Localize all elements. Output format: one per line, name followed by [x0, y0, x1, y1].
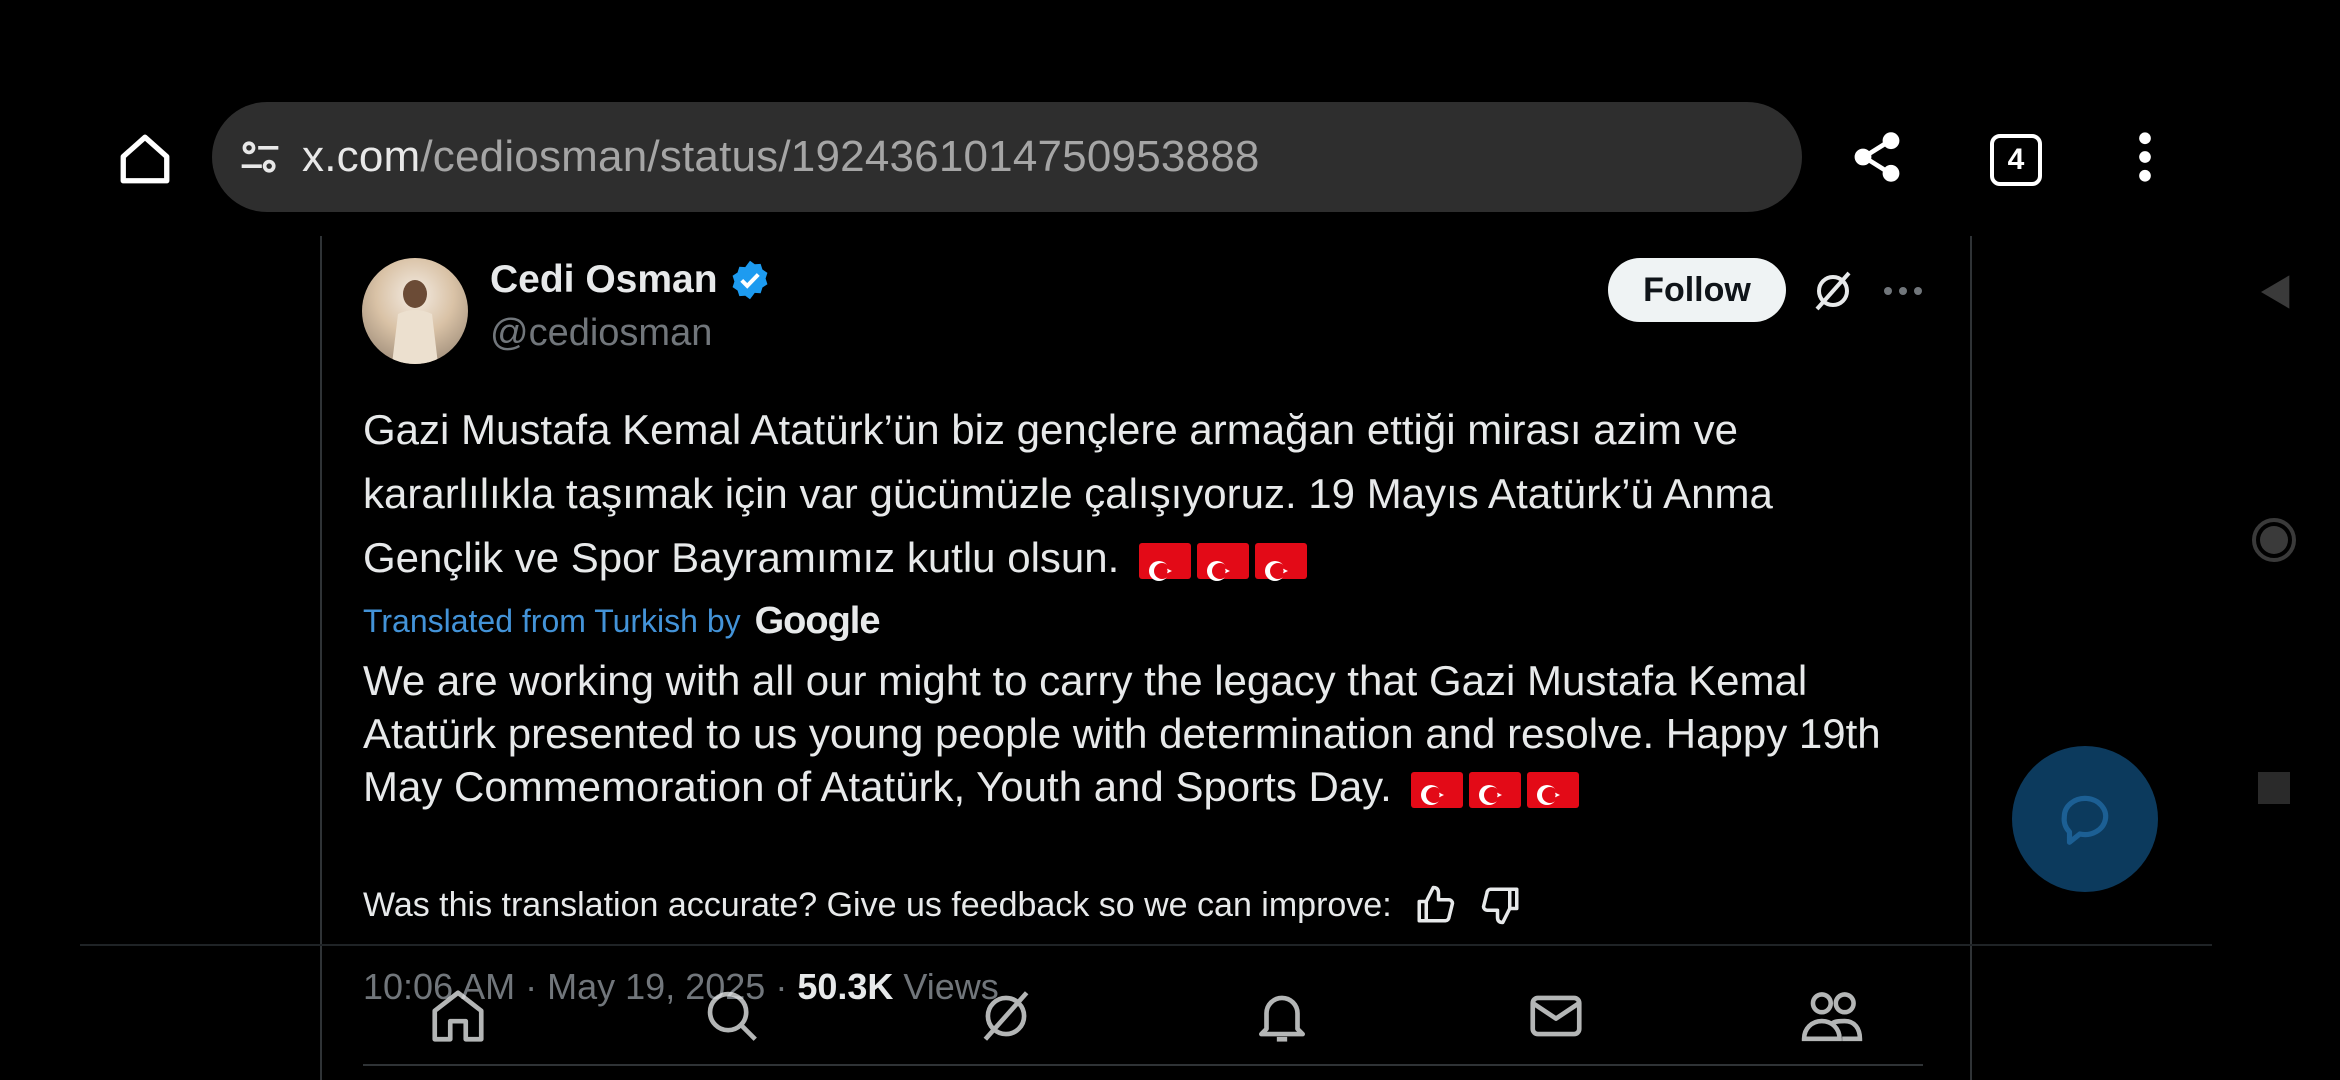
- turkey-flag-icon: [1196, 542, 1249, 581]
- notifications-icon: [1259, 995, 1305, 1042]
- more-vert-icon: [2139, 132, 2151, 182]
- system-home-icon[interactable]: [2250, 516, 2298, 564]
- author-handle[interactable]: @cediosman: [490, 312, 712, 355]
- verified-badge-icon: [732, 260, 767, 300]
- browser-menu-button[interactable]: [2130, 126, 2160, 188]
- avatar[interactable]: [362, 258, 468, 364]
- url-path: /cediosman/status/1924361014750953888: [420, 132, 1260, 181]
- thumbs-up-icon: [1417, 885, 1454, 923]
- reply-bubble-icon: [2061, 795, 2109, 845]
- thumbs-down-icon: [1481, 887, 1519, 925]
- messages-icon: [1530, 995, 1582, 1037]
- views-count: 50.3K: [797, 966, 894, 1007]
- follow-button[interactable]: Follow: [1608, 258, 1786, 322]
- home-icon: [120, 134, 170, 184]
- tab-count: 4: [2007, 143, 2025, 176]
- thumbs-up-button[interactable]: [1412, 882, 1458, 928]
- url-domain: x.com: [302, 132, 421, 181]
- translation-attribution: Translated from Turkish by Google: [363, 600, 880, 643]
- grok-icon: [1815, 271, 1851, 311]
- turkey-flag-icon: [1254, 542, 1307, 581]
- turkey-flag-icon: [1138, 542, 1191, 581]
- nav-home-button[interactable]: [422, 980, 494, 1052]
- share-icon: [1854, 132, 1900, 182]
- more-horizontal-icon: [1884, 287, 1922, 295]
- google-logo: Google: [754, 600, 881, 642]
- tweet-more-button[interactable]: [1878, 264, 1928, 318]
- tweet-original-text: Gazi Mustafa Kemal Atatürk’ün biz gençle…: [363, 406, 1773, 581]
- nav-messages-button[interactable]: [1520, 980, 1592, 1052]
- nav-search-button[interactable]: [696, 980, 768, 1052]
- communities-icon: [1801, 992, 1863, 1042]
- translated-label: Translated from Turkish by: [363, 603, 741, 639]
- compose-reply-button[interactable]: [2012, 746, 2158, 892]
- bottom-nav-divider: [80, 944, 2212, 946]
- url-text: x.com/cediosman/status/19243610147509538…: [302, 132, 1260, 182]
- turkey-flag-icon: [1527, 771, 1580, 808]
- display-name-text: Cedi Osman: [490, 258, 718, 301]
- search-icon: [707, 991, 757, 1041]
- tweet-text: Gazi Mustafa Kemal Atatürk’ün biz gençle…: [363, 398, 1923, 590]
- home-button[interactable]: [112, 126, 178, 192]
- system-back-icon[interactable]: [2256, 272, 2296, 312]
- address-bar[interactable]: x.com/cediosman/status/19243610147509538…: [212, 102, 1802, 212]
- share-button[interactable]: [1846, 126, 1908, 188]
- tabs-button[interactable]: 4: [1990, 134, 2042, 186]
- system-recents-icon[interactable]: [2258, 772, 2290, 804]
- divider: [363, 1064, 1923, 1066]
- home-icon: [432, 990, 484, 1042]
- separator: ·: [775, 966, 788, 1007]
- thumbs-down-button[interactable]: [1478, 882, 1524, 928]
- nav-notifications-button[interactable]: [1246, 980, 1318, 1052]
- translation-body: We are working with all our might to car…: [363, 657, 1881, 810]
- grok-button[interactable]: [1806, 264, 1860, 318]
- author-name[interactable]: Cedi Osman: [490, 258, 772, 302]
- site-settings-icon[interactable]: [236, 133, 284, 181]
- translation-feedback: Was this translation accurate? Give us f…: [363, 882, 1524, 928]
- nav-communities-button[interactable]: [1796, 980, 1868, 1052]
- feedback-prompt: Was this translation accurate? Give us f…: [363, 885, 1392, 924]
- turkey-flag-emojis: [1138, 542, 1307, 581]
- grok-icon: [983, 991, 1029, 1041]
- turkey-flag-icon: [1469, 771, 1522, 808]
- translation-text: We are working with all our might to car…: [363, 654, 1943, 813]
- turkey-flag-icon: [1411, 771, 1464, 808]
- separator: ·: [525, 966, 538, 1007]
- turkey-flag-emojis: [1411, 771, 1580, 808]
- nav-grok-button[interactable]: [970, 980, 1042, 1052]
